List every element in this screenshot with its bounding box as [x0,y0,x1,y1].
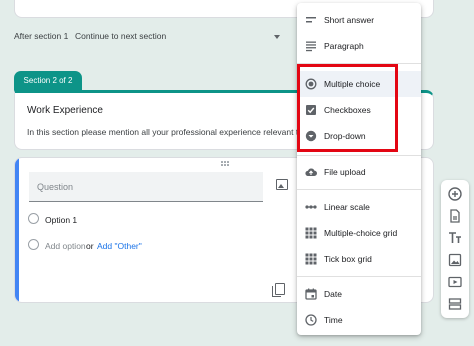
option-label[interactable]: Option 1 [45,215,77,225]
add-option-link[interactable]: Add option [45,241,86,251]
menu-item-label: Time [324,315,343,325]
clock-icon [305,314,317,326]
floating-toolbar [441,180,469,318]
after-section-row: After section 1 Continue to next section [14,28,280,44]
drag-handle-icon[interactable] [221,161,231,167]
add-image-icon[interactable] [447,252,463,268]
grid-icon [305,227,317,239]
menu-item-multiple-choice-grid[interactable]: Multiple-choice grid [297,220,421,246]
grid-icon [305,253,317,265]
menu-item-paragraph[interactable]: Paragraph [297,33,421,59]
dropdown-arrow-icon [274,35,280,39]
menu-item-label: Linear scale [324,202,370,212]
after-section-select[interactable]: Continue to next section [75,28,280,44]
menu-item-linear-scale[interactable]: Linear scale [297,194,421,220]
menu-item-label: Date [324,289,342,299]
after-section-label: After section 1 [14,31,69,41]
menu-item-label: Short answer [324,15,375,25]
section-description[interactable]: In this section please mention all your … [27,127,312,137]
add-title-icon[interactable] [447,230,463,246]
add-section-icon[interactable] [447,296,463,312]
menu-divider [297,155,421,156]
menu-item-label: Paragraph [324,41,364,51]
highlight-annotation-box [297,64,398,152]
menu-item-label: File upload [324,167,366,177]
menu-divider [297,189,421,190]
section-tab: Section 2 of 2 [14,71,82,91]
section-title[interactable]: Work Experience [27,105,103,116]
radio-circle-icon [28,213,39,224]
add-other-link[interactable]: Add "Other" [97,241,142,251]
after-section-value: Continue to next section [75,31,167,41]
add-video-icon[interactable] [447,274,463,290]
menu-item-short-answer[interactable]: Short answer [297,7,421,33]
menu-item-label: Tick box grid [324,254,372,264]
question-title-input[interactable]: Question [29,172,263,202]
import-questions-icon[interactable] [447,208,463,224]
menu-divider [297,276,421,277]
add-question-icon[interactable] [447,186,463,202]
cloud-upload-icon [305,168,317,177]
linear-scale-icon [305,205,317,209]
menu-item-date[interactable]: Date [297,281,421,307]
paragraph-icon [306,41,316,52]
question-type-menu: Short answer Paragraph Multiple choice C… [297,3,421,335]
menu-item-time[interactable]: Time [297,307,421,333]
duplicate-icon[interactable] [272,283,285,297]
active-question-accent [15,158,19,302]
add-image-icon[interactable] [276,179,288,190]
menu-item-file-upload[interactable]: File upload [297,159,421,185]
menu-item-tick-box-grid[interactable]: Tick box grid [297,246,421,272]
menu-item-label: Multiple-choice grid [324,228,398,238]
short-text-icon [306,17,316,23]
question-placeholder: Question [37,182,74,192]
or-label: or [86,241,94,251]
calendar-icon [305,288,317,300]
radio-circle-icon [28,239,39,250]
